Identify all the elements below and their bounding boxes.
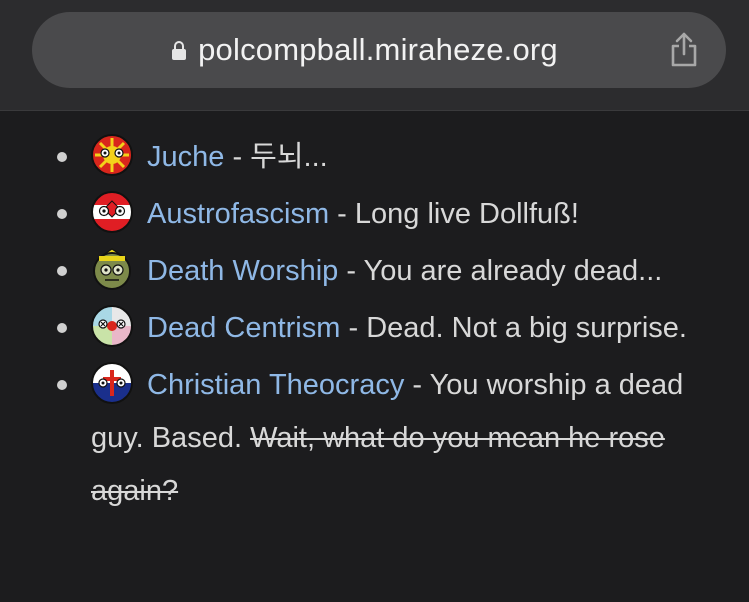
dead-centrism-ball-icon [91, 305, 133, 347]
christian-theocracy-ball-icon [91, 362, 133, 404]
item-text: Dead. Not a big surprise. [366, 312, 687, 344]
link-juche[interactable]: Juche [147, 141, 224, 173]
death-worship-ball-icon [93, 248, 131, 290]
list-item: Austrofascism - Long live Dollfuß! [0, 188, 749, 241]
separator: - [340, 312, 367, 344]
list-item: Death Worship - You are already dead... [0, 245, 749, 298]
lock-icon [172, 41, 187, 61]
url-text[interactable]: polcompball.miraheze.org [198, 32, 558, 68]
link-dead-centrism[interactable]: Dead Centrism [147, 312, 340, 344]
page-content: Juche - 두뇌... Austrofascism - Long live … [0, 111, 749, 602]
separator: - [338, 255, 364, 287]
share-icon[interactable] [668, 32, 700, 68]
list-item: Juche - 두뇌... [0, 131, 749, 184]
separator: - [404, 369, 430, 401]
link-death-worship[interactable]: Death Worship [147, 255, 338, 287]
list-item: Dead Centrism - Dead. Not a big surprise… [0, 302, 749, 355]
bullet [57, 209, 67, 219]
item-text: Long live Dollfuß! [354, 198, 579, 230]
list-item: Christian Theocracy - You worship a dead… [0, 359, 749, 518]
address-bar[interactable]: polcompball.miraheze.org [32, 12, 726, 88]
browser-toolbar: polcompball.miraheze.org [0, 0, 749, 111]
austrofascism-ball-icon [91, 191, 133, 233]
separator: - [224, 141, 251, 173]
bullet [57, 380, 67, 390]
separator: - [329, 198, 355, 230]
bullet [57, 266, 67, 276]
relations-list: Juche - 두뇌... Austrofascism - Long live … [0, 131, 749, 522]
bullet [57, 152, 67, 162]
address-bar-content: polcompball.miraheze.org [32, 12, 726, 88]
item-text: You are already dead... [363, 255, 663, 287]
link-austrofascism[interactable]: Austrofascism [147, 198, 329, 230]
bullet [57, 323, 67, 333]
link-christian-theocracy[interactable]: Christian Theocracy [147, 369, 404, 401]
item-text: 두뇌... [250, 141, 328, 173]
juche-ball-icon [91, 134, 133, 176]
